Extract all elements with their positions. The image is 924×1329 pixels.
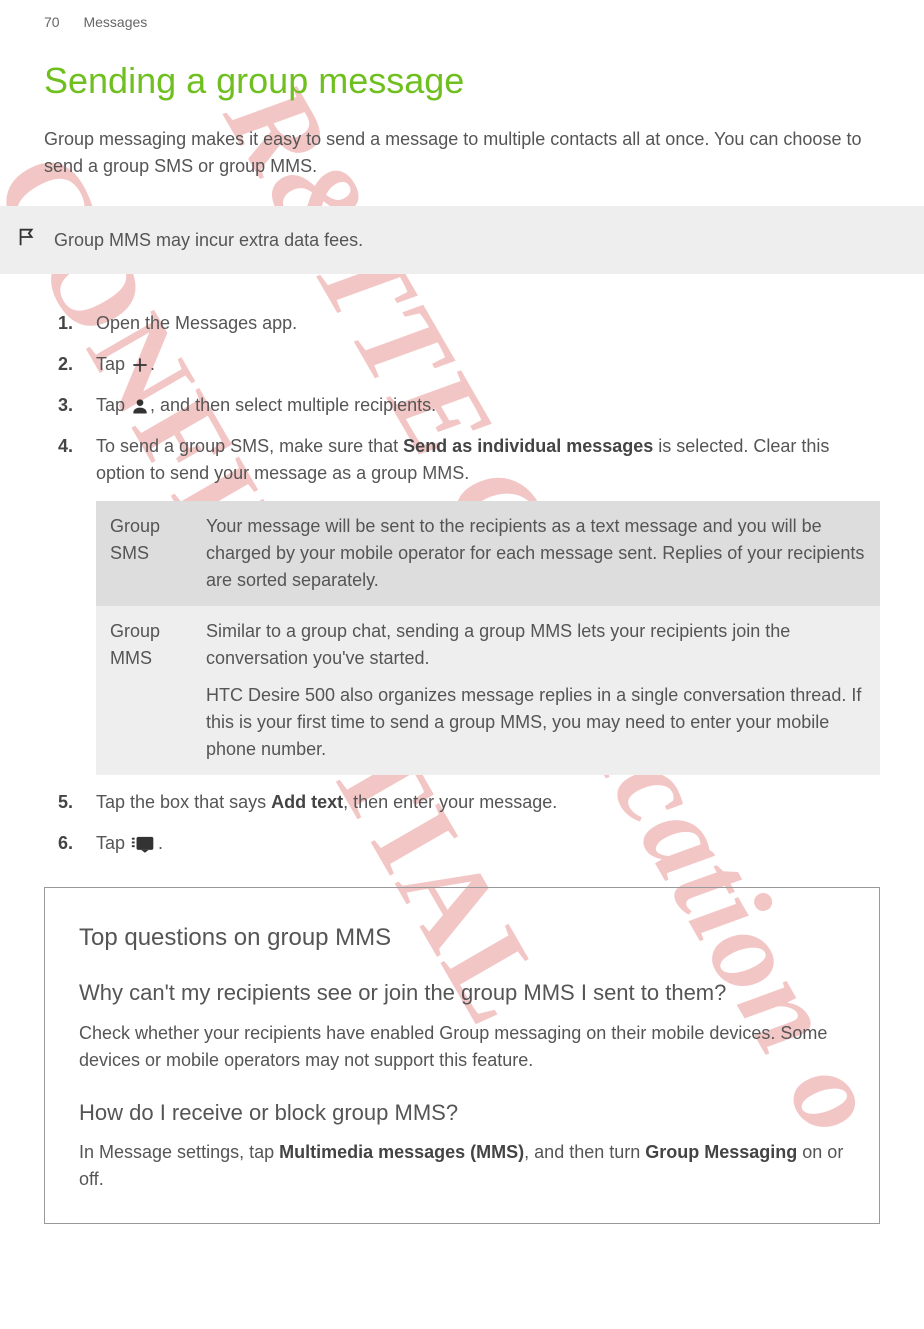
intro-paragraph: Group messaging makes it easy to send a … (44, 126, 880, 180)
faq-heading: Top questions on group MMS (79, 924, 845, 952)
faq-a2-a: In Message settings, tap (79, 1142, 279, 1162)
step-4-text-a: To send a group SMS, make sure that (96, 436, 403, 456)
faq-answer-1: Check whether your recipients have enabl… (79, 1020, 845, 1074)
step-5: Tap the box that says Add text, then ent… (96, 789, 880, 816)
send-icon (130, 834, 158, 854)
group-table: Group SMS Your message will be sent to t… (96, 501, 880, 775)
page-header: 70 Messages (44, 14, 880, 30)
step-2: Tap . (96, 351, 880, 378)
step-6: Tap . (96, 830, 880, 857)
note-box: Group MMS may incur extra data fees. (0, 206, 924, 274)
steps-list: Open the Messages app. Tap . Tap , and t… (44, 310, 880, 857)
page-number: 70 (44, 14, 60, 30)
step-5-text-b: , then enter your message. (343, 792, 557, 812)
page-content: 70 Messages Sending a group message Grou… (0, 0, 924, 1254)
faq-question-1: Why can't my recipients see or join the … (79, 978, 845, 1008)
step-3: Tap , and then select multiple recipient… (96, 392, 880, 419)
step-2-text-a: Tap (96, 354, 130, 374)
step-6-text-a: Tap (96, 833, 130, 853)
page-title: Sending a group message (44, 60, 880, 102)
table-row: Group MMS Similar to a group chat, sendi… (96, 606, 880, 775)
faq-a2-bold2: Group Messaging (645, 1142, 797, 1162)
group-sms-desc: Your message will be sent to the recipie… (192, 501, 880, 606)
step-2-text-b: . (150, 354, 155, 374)
faq-a2-b: , and then turn (524, 1142, 645, 1162)
plus-icon (130, 355, 150, 375)
person-icon (130, 396, 150, 416)
table-row: Group SMS Your message will be sent to t… (96, 501, 880, 606)
step-6-text-b: . (158, 833, 163, 853)
faq-answer-2: In Message settings, tap Multimedia mess… (79, 1139, 845, 1193)
flag-icon (16, 226, 38, 254)
group-mms-desc-2: HTC Desire 500 also organizes message re… (206, 682, 866, 763)
step-4: To send a group SMS, make sure that Send… (96, 433, 880, 775)
group-mms-desc: Similar to a group chat, sending a group… (192, 606, 880, 775)
group-mms-label: Group MMS (96, 606, 192, 775)
step-1: Open the Messages app. (96, 310, 880, 337)
step-3-text-a: Tap (96, 395, 130, 415)
group-mms-desc-1: Similar to a group chat, sending a group… (206, 618, 866, 672)
step-3-text-b: , and then select multiple recipients. (150, 395, 436, 415)
step-5-bold: Add text (271, 792, 343, 812)
faq-a2-bold1: Multimedia messages (MMS) (279, 1142, 524, 1162)
step-5-text-a: Tap the box that says (96, 792, 271, 812)
step-4-bold: Send as individual messages (403, 436, 653, 456)
note-text: Group MMS may incur extra data fees. (54, 230, 363, 251)
group-sms-label: Group SMS (96, 501, 192, 606)
faq-box: Top questions on group MMS Why can't my … (44, 887, 880, 1224)
faq-question-2: How do I receive or block group MMS? (79, 1098, 845, 1128)
section-name: Messages (83, 14, 147, 30)
